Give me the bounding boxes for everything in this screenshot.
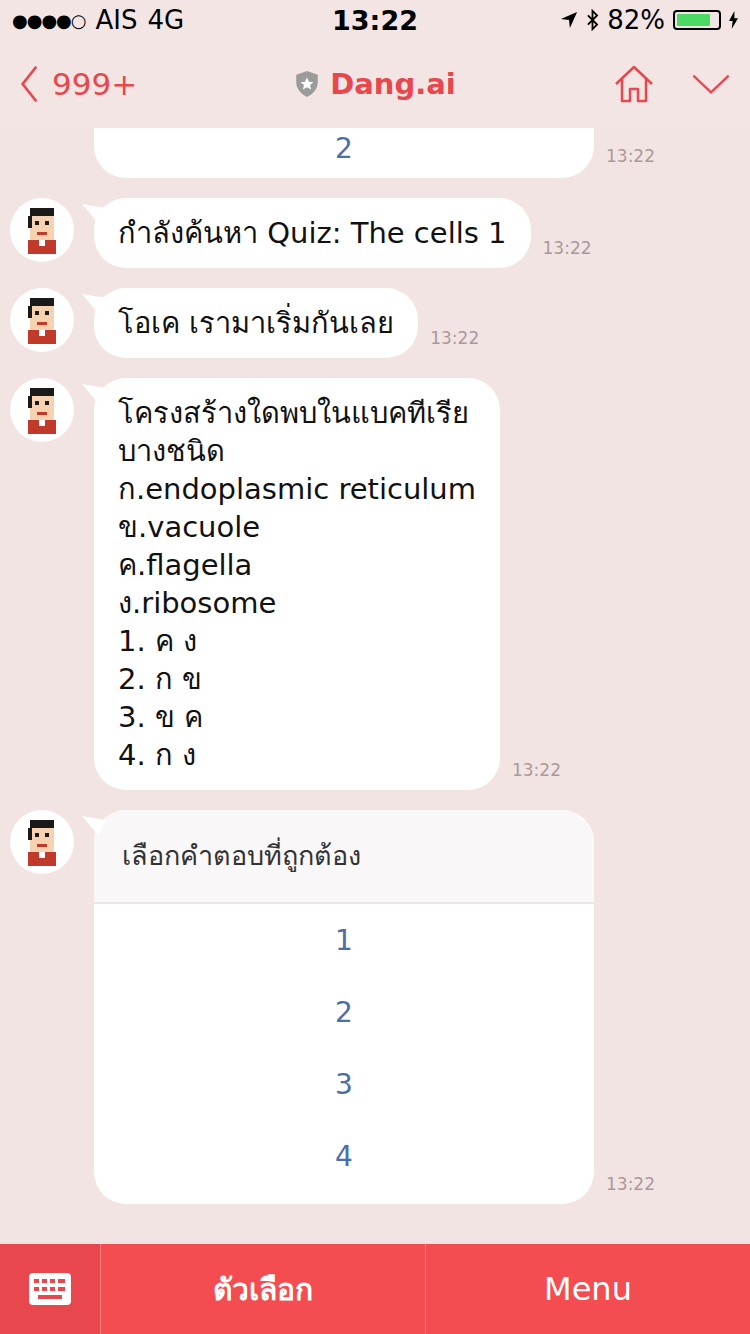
answer-option[interactable]: 4 bbox=[94, 1120, 594, 1192]
message-row: เลือกคำตอบที่ถูกต้อง1234 13:22 bbox=[10, 810, 750, 1204]
message-row: 2 13:22 bbox=[10, 128, 750, 178]
status-icons: 82% bbox=[498, 5, 738, 35]
bot-avatar-icon[interactable] bbox=[10, 378, 74, 442]
answer-option[interactable]: 2 bbox=[94, 128, 594, 168]
message-line: 2. ก ข bbox=[118, 660, 476, 698]
menu-button[interactable]: Menu bbox=[425, 1244, 750, 1334]
message-line: 1. ค ง bbox=[118, 622, 476, 660]
clock: 13:22 bbox=[332, 5, 418, 36]
text-bubble: กำลังค้นหา Quiz: The cells 1 bbox=[94, 198, 531, 268]
message-line: ข.vacuole bbox=[118, 508, 476, 546]
chat-title: Dang.ai bbox=[294, 67, 456, 101]
bluetooth-icon bbox=[586, 9, 599, 31]
chat-area: 213:22กำลังค้นหา Quiz: The cells 113:22โ… bbox=[0, 128, 750, 1244]
signal-strength: ●●●●○ bbox=[12, 10, 86, 31]
message-row: กำลังค้นหา Quiz: The cells 1 13:22 bbox=[10, 198, 750, 268]
bot-avatar-icon[interactable] bbox=[10, 810, 74, 874]
network: 4G bbox=[148, 5, 185, 35]
timestamp: 13:22 bbox=[512, 760, 561, 790]
battery-fill bbox=[677, 14, 710, 26]
battery-icon bbox=[673, 10, 721, 30]
unread-count: 999+ bbox=[52, 66, 137, 102]
header-actions bbox=[542, 62, 732, 106]
answer-option[interactable]: 1 bbox=[94, 904, 594, 976]
message-line: ค.flagella bbox=[118, 546, 476, 584]
chat-name: Dang.ai bbox=[330, 67, 456, 101]
options-button[interactable]: ตัวเลือก bbox=[101, 1244, 425, 1334]
home-icon[interactable] bbox=[612, 62, 656, 106]
carrier-info: ●●●●○ AIS 4G bbox=[12, 5, 252, 35]
message-line: ก.endoplasmic reticulum bbox=[118, 470, 476, 508]
text-bubble: โครงสร้างใดพบในแบคทีเรียบางชนิดก.endopla… bbox=[94, 378, 500, 790]
location-icon bbox=[560, 11, 578, 29]
message: โอเค เรามาเริ่มกันเลย 13:22 bbox=[94, 288, 479, 358]
keyboard-button[interactable] bbox=[0, 1244, 101, 1334]
status-bar: ●●●●○ AIS 4G 13:22 82% bbox=[0, 0, 750, 40]
chat-header: 999+ Dang.ai bbox=[0, 40, 750, 128]
message: โครงสร้างใดพบในแบคทีเรียบางชนิดก.endopla… bbox=[94, 378, 561, 790]
card-title: เลือกคำตอบที่ถูกต้อง bbox=[94, 810, 594, 904]
message-line: กำลังค้นหา Quiz: The cells 1 bbox=[118, 214, 507, 252]
message: เลือกคำตอบที่ถูกต้อง1234 13:22 bbox=[94, 810, 655, 1204]
timestamp: 13:22 bbox=[606, 1174, 655, 1204]
message: กำลังค้นหา Quiz: The cells 1 13:22 bbox=[94, 198, 592, 268]
quick-reply-card: 2 bbox=[94, 128, 594, 178]
timestamp: 13:22 bbox=[430, 328, 479, 358]
back-button[interactable]: 999+ bbox=[18, 64, 208, 104]
quick-reply-card: เลือกคำตอบที่ถูกต้อง1234 bbox=[94, 810, 594, 1204]
keyboard-icon bbox=[29, 1273, 71, 1305]
text-bubble: โอเค เรามาเริ่มกันเลย bbox=[94, 288, 418, 358]
chevron-down-icon[interactable] bbox=[690, 71, 732, 97]
message-line: บางชนิด bbox=[118, 432, 476, 470]
message-row: โอเค เรามาเริ่มกันเลย 13:22 bbox=[10, 288, 750, 358]
message-line: 3. ข ค bbox=[118, 698, 476, 736]
battery-percent: 82% bbox=[607, 5, 665, 35]
message-line: โครงสร้างใดพบในแบคทีเรีย bbox=[118, 394, 476, 432]
message-line: 4. ก ง bbox=[118, 736, 476, 774]
bot-avatar-icon[interactable] bbox=[10, 198, 74, 262]
answer-option[interactable]: 2 bbox=[94, 976, 594, 1048]
message-line: โอเค เรามาเริ่มกันเลย bbox=[118, 304, 394, 342]
bottom-bar: ตัวเลือกMenu bbox=[0, 1244, 750, 1334]
screen: ●●●●○AIS4G13:2282%999+Dang.ai213:22กำลัง… bbox=[0, 0, 750, 1334]
answer-option[interactable]: 3 bbox=[94, 1048, 594, 1120]
message-line: ง.ribosome bbox=[118, 584, 476, 622]
message: 2 13:22 bbox=[94, 128, 655, 178]
bot-avatar-icon[interactable] bbox=[10, 288, 74, 352]
back-chevron-icon bbox=[18, 64, 40, 104]
charging-icon bbox=[729, 10, 738, 30]
carrier: AIS bbox=[96, 5, 138, 35]
timestamp: 13:22 bbox=[606, 146, 655, 178]
timestamp: 13:22 bbox=[543, 238, 592, 268]
message-row: โครงสร้างใดพบในแบคทีเรียบางชนิดก.endopla… bbox=[10, 378, 750, 790]
official-shield-icon bbox=[294, 70, 320, 98]
